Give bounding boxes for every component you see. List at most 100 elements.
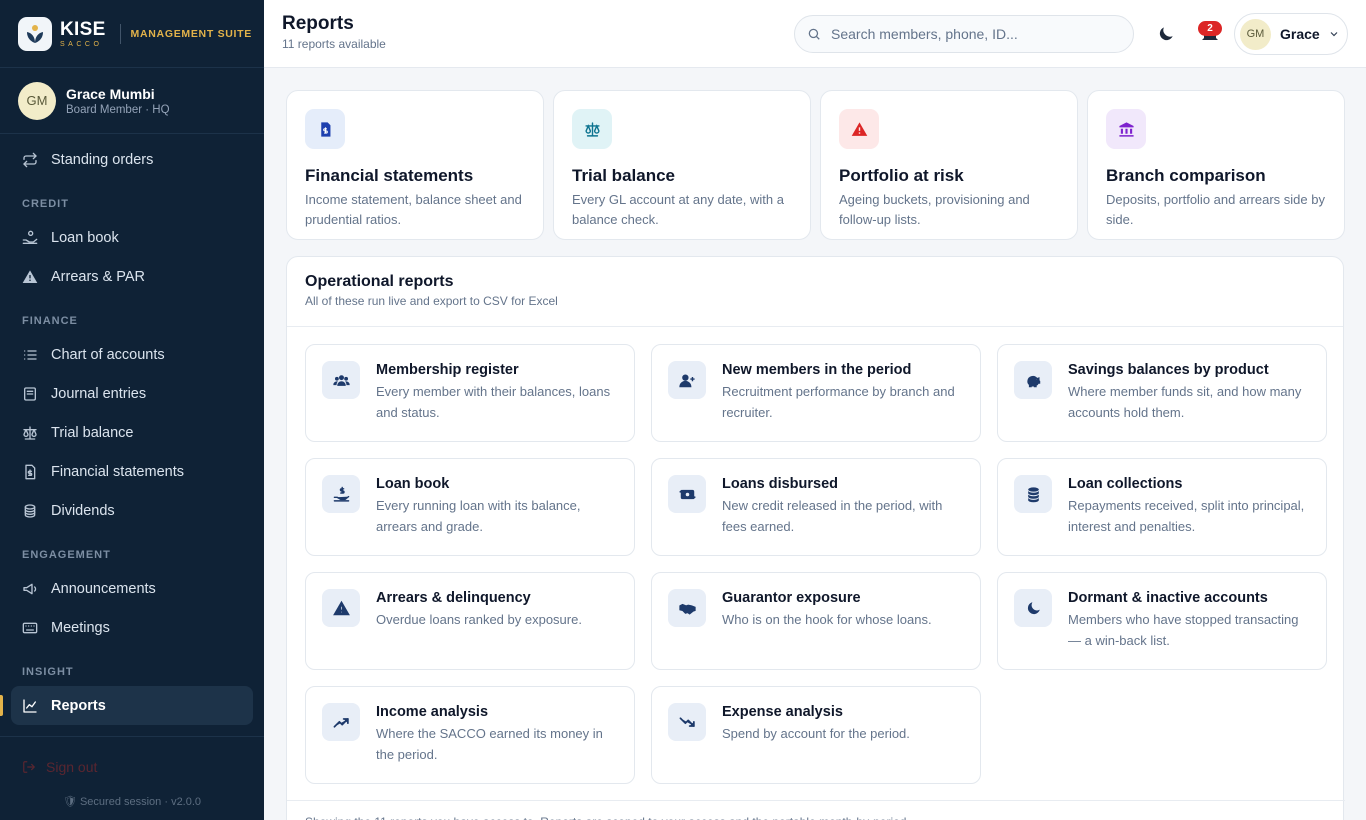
feature-card-trial-balance[interactable]: Trial balance Every GL account at any da…	[553, 90, 811, 240]
report-card-membership-register[interactable]: Membership register Every member with th…	[305, 344, 635, 442]
sidebar-item-label: Announcements	[51, 580, 156, 597]
nav-section-credit: CREDIT	[22, 198, 69, 210]
report-title: Loan collections	[1068, 476, 1183, 492]
page-title: Reports	[282, 13, 354, 34]
feature-desc: Ageing buckets, provisioning and follow-…	[839, 192, 1030, 227]
report-card-dormant-accounts[interactable]: Dormant & inactive accounts Members who …	[997, 572, 1327, 670]
report-desc: Overdue loans ranked by exposure.	[376, 612, 582, 627]
sidebar-item-meetings[interactable]: Meetings	[0, 608, 264, 647]
sidebar-item-financial-statements[interactable]: Financial statements	[0, 452, 264, 491]
user-card: GM Grace Mumbi Board Member · HQ	[0, 68, 264, 134]
search-icon	[808, 28, 820, 40]
megaphone-icon	[23, 583, 37, 594]
report-card-savings-balances[interactable]: Savings balances by product Where member…	[997, 344, 1327, 442]
notification-badge: 2	[1198, 21, 1222, 36]
avatar: GM	[18, 81, 56, 120]
sidebar-item-announcements[interactable]: Announcements	[0, 569, 264, 608]
sidebar-item-trial-balance[interactable]: Trial balance	[0, 413, 264, 452]
report-title: Guarantor exposure	[722, 590, 861, 606]
sidebar-item-label: Meetings	[51, 619, 110, 636]
sidebar-item-reports[interactable]: Reports	[0, 686, 253, 725]
panel-footer-note: Showing the 11 reports you have access t…	[287, 800, 1345, 820]
report-card-loans-disbursed[interactable]: Loans disbursed New credit released in t…	[651, 458, 981, 556]
report-title: Arrears & delinquency	[376, 590, 531, 606]
report-card-expense-analysis[interactable]: Expense analysis Spend by account for th…	[651, 686, 981, 784]
document-dollar-icon	[25, 464, 36, 479]
chevron-down-icon	[1330, 32, 1338, 37]
featured-reports: Financial statements Income statement, b…	[286, 90, 1345, 240]
report-card-loan-collections[interactable]: Loan collections Repayments received, sp…	[997, 458, 1327, 556]
user-name: Grace Mumbi	[66, 85, 155, 102]
profile-menu[interactable]: GM Grace	[1234, 13, 1348, 55]
scale-icon	[23, 425, 37, 440]
moon-icon[interactable]	[1156, 24, 1176, 44]
sidebar: KISE SACCO MANAGEMENT SUITE GM Grace Mum…	[0, 0, 264, 820]
panel-title: Operational reports	[305, 273, 454, 290]
logout-icon	[23, 761, 36, 773]
sidebar-item-label: Standing orders	[51, 151, 154, 168]
trend-down-icon	[668, 703, 706, 741]
report-card-new-members[interactable]: New members in the period Recruitment pe…	[651, 344, 981, 442]
sidebar-item-arrears[interactable]: Arrears & PAR	[0, 257, 264, 296]
shield-icon: 🛡︎	[62, 796, 77, 808]
report-card-guarantor-exposure[interactable]: Guarantor exposure Who is on the hook fo…	[651, 572, 981, 670]
report-title: Income analysis	[376, 704, 489, 720]
coins-icon	[24, 503, 36, 518]
keyboard-icon	[22, 622, 38, 633]
feature-card-financial-statements[interactable]: Financial statements Income statement, b…	[286, 90, 544, 240]
sidebar-item-label: Dividends	[51, 502, 115, 519]
feature-title: Branch comparison	[1106, 166, 1266, 185]
avatar: GM	[1240, 18, 1271, 50]
report-card-arrears-delinquency[interactable]: Arrears & delinquency Overdue loans rank…	[305, 572, 635, 670]
handshake-icon	[668, 589, 706, 627]
report-card-income-analysis[interactable]: Income analysis Where the SACCO earned i…	[305, 686, 635, 784]
warning-icon	[22, 269, 38, 283]
warning-icon	[322, 589, 360, 627]
feature-card-portfolio-at-risk[interactable]: Portfolio at risk Ageing buckets, provis…	[820, 90, 1078, 240]
operational-reports-panel: Operational reports All of these run liv…	[286, 256, 1345, 820]
signout-label: Sign out	[46, 759, 98, 775]
sidebar-item-standing-orders[interactable]: Standing orders	[0, 140, 264, 179]
list-icon	[24, 349, 37, 360]
page-subtitle: 11 reports available	[282, 37, 386, 51]
report-title: Dormant & inactive accounts	[1068, 590, 1268, 606]
sidebar-item-label: Journal entries	[51, 385, 147, 402]
user-role: Board Member · HQ	[66, 103, 170, 116]
search-box[interactable]	[794, 15, 1134, 53]
sidebar-item-label: Chart of accounts	[51, 346, 165, 363]
sidebar-item-dividends[interactable]: Dividends	[0, 491, 264, 530]
feature-desc: Income statement, balance sheet and prud…	[305, 192, 522, 227]
repeat-icon	[23, 152, 37, 167]
report-desc: Every running loan with its balance, arr…	[376, 498, 581, 534]
session-info: 🛡︎ Secured session · v2.0.0	[0, 795, 264, 808]
brand-name: KISE	[60, 18, 106, 40]
coins-icon	[1014, 475, 1052, 513]
report-title: New members in the period	[722, 362, 912, 378]
report-desc: Members who have stopped transacting — a…	[1068, 612, 1299, 648]
sidebar-nav: Standing orders CREDIT Loan book Arrears…	[0, 134, 264, 725]
hand-coin-icon	[22, 230, 38, 244]
session-label: Secured session · v2.0.0	[79, 796, 202, 808]
report-desc: Every member with their balances, loans …	[376, 384, 611, 420]
feature-card-branch-comparison[interactable]: Branch comparison Deposits, portfolio an…	[1087, 90, 1345, 240]
sidebar-item-journal-entries[interactable]: Journal entries	[0, 374, 264, 413]
sidebar-item-label: Trial balance	[51, 424, 134, 441]
nav-section-engagement: ENGAGEMENT	[22, 549, 111, 561]
feature-title: Financial statements	[305, 166, 474, 185]
report-title: Expense analysis	[722, 704, 843, 720]
report-card-loan-book[interactable]: Loan book Every running loan with its ba…	[305, 458, 635, 556]
journal-icon	[24, 386, 36, 401]
search-input[interactable]	[831, 26, 1121, 42]
profile-name: Grace	[1280, 26, 1320, 42]
sidebar-item-chart-of-accounts[interactable]: Chart of accounts	[0, 335, 264, 374]
panel-subtitle: All of these run live and export to CSV …	[305, 294, 558, 308]
signout-button[interactable]: Sign out	[22, 759, 97, 775]
brand[interactable]: KISE SACCO MANAGEMENT SUITE	[0, 0, 264, 68]
trend-up-icon	[322, 703, 360, 741]
report-desc: Where member funds sit, and how many acc…	[1068, 384, 1302, 420]
report-grid: Membership register Every member with th…	[305, 344, 1327, 784]
sidebar-item-loan-book[interactable]: Loan book	[0, 218, 264, 257]
feature-desc: Deposits, portfolio and arrears side by …	[1106, 192, 1325, 227]
report-desc: Spend by account for the period.	[722, 726, 910, 741]
top-header: Reports 11 reports available 2 GM Grace	[264, 0, 1366, 68]
